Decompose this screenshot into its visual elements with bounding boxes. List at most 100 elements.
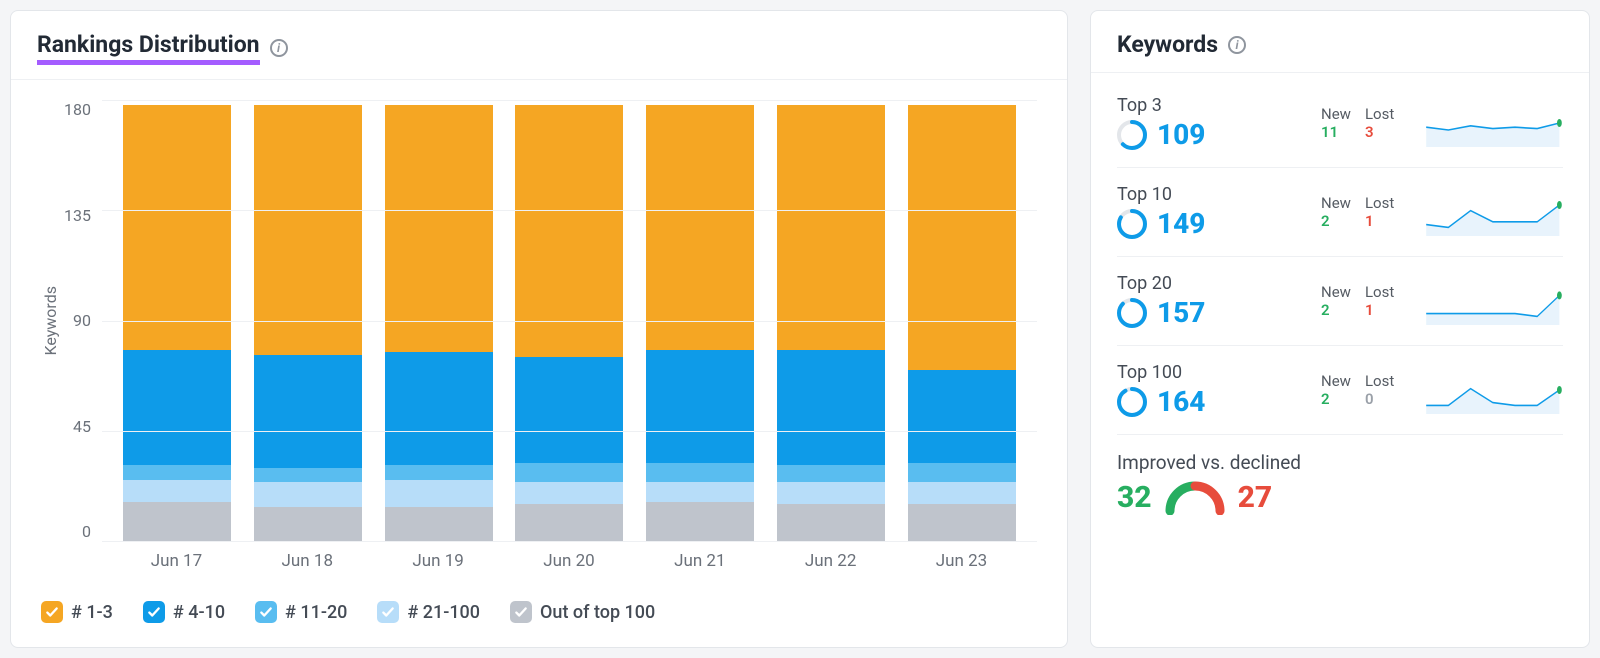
legend-label: # 21-100 (407, 602, 480, 623)
rankings-plot (101, 100, 1037, 541)
keywords-row[interactable]: Top 20 157 New2 Lost1 (1117, 257, 1563, 346)
legend-label: # 4-10 (173, 602, 225, 623)
lost-value: 0 (1365, 390, 1394, 408)
keywords-title: Keywords (1117, 31, 1218, 58)
legend-label: Out of top 100 (540, 602, 655, 623)
lost-label: Lost (1365, 372, 1394, 390)
keywords-list: Top 3 109 New11 Lost3 Top 10 149 (1091, 73, 1589, 647)
lost-value: 1 (1365, 212, 1394, 230)
new-label: New (1321, 372, 1351, 390)
gauge-icon (1164, 481, 1226, 515)
bar-segment (515, 482, 623, 504)
bar-segment (515, 504, 623, 541)
keywords-meta: New2 Lost1 (1321, 194, 1411, 230)
rankings-chart-body: Keywords 18013590450 (41, 100, 1037, 541)
y-axis-label: Keywords (41, 286, 60, 356)
new-value: 11 (1321, 123, 1351, 141)
keywords-row-label: Top 100 (1117, 362, 1307, 383)
improved-declined-label: Improved vs. declined (1117, 451, 1563, 474)
info-icon[interactable]: i (270, 39, 288, 57)
improved-declined: Improved vs. declined 32 27 (1117, 435, 1563, 515)
y-tick: 135 (64, 206, 91, 225)
bar-segment (123, 465, 231, 480)
keywords-row-label: Top 10 (1117, 184, 1307, 205)
bar-segment (646, 502, 754, 541)
legend-item[interactable]: # 1-3 (41, 601, 113, 623)
legend-item[interactable]: # 21-100 (377, 601, 480, 623)
progress-ring-icon (1117, 120, 1147, 150)
rankings-legend: # 1-3 # 4-10 # 11-20 # 21-100 Out of top 100 (11, 581, 1067, 647)
bar-segment (908, 463, 1016, 483)
keywords-meta: New2 Lost0 (1321, 372, 1411, 408)
bar-segment (515, 357, 623, 462)
bar-segment (254, 507, 362, 541)
keywords-row-value: 109 (1157, 118, 1205, 151)
new-label: New (1321, 194, 1351, 212)
bar-segment (646, 350, 754, 463)
new-value: 2 (1321, 390, 1351, 408)
bar-segment (646, 105, 754, 350)
bar-segment (777, 350, 885, 465)
legend-label: # 1-3 (71, 602, 113, 623)
x-axis: Jun 17Jun 18Jun 19Jun 20Jun 21Jun 22Jun … (41, 541, 1037, 571)
gridline (102, 100, 1037, 101)
legend-item[interactable]: Out of top 100 (510, 601, 655, 623)
y-tick: 90 (73, 311, 91, 330)
checkbox-icon (377, 601, 399, 623)
lost-label: Lost (1365, 194, 1394, 212)
bar-segment (777, 105, 885, 350)
keywords-main: Top 100 164 (1117, 362, 1307, 418)
legend-item[interactable]: # 4-10 (143, 601, 225, 623)
keywords-row-label: Top 3 (1117, 95, 1307, 116)
legend-item[interactable]: # 11-20 (255, 601, 347, 623)
lost-value: 1 (1365, 301, 1394, 319)
legend-label: # 11-20 (285, 602, 347, 623)
bar-segment (385, 507, 493, 541)
bar-segment (908, 105, 1016, 370)
gridline (102, 210, 1037, 211)
rankings-distribution-title: Rankings Distribution (37, 31, 260, 65)
new-label: New (1321, 105, 1351, 123)
sparkline (1425, 188, 1563, 236)
bar-segment (254, 468, 362, 483)
bar-segment (777, 482, 885, 504)
progress-ring-icon (1117, 298, 1147, 328)
bar-segment (908, 504, 1016, 541)
bar-segment (646, 482, 754, 502)
rankings-distribution-card: Rankings Distribution i Keywords 1801359… (10, 10, 1068, 648)
bar-segment (254, 482, 362, 507)
x-tick: Jun 21 (646, 551, 754, 571)
keywords-header: Keywords i (1091, 11, 1589, 73)
sparkline (1425, 366, 1563, 414)
keywords-row-label: Top 20 (1117, 273, 1307, 294)
gridline (102, 541, 1037, 542)
keywords-meta: New2 Lost1 (1321, 283, 1411, 319)
keywords-row[interactable]: Top 3 109 New11 Lost3 (1117, 79, 1563, 168)
declined-value: 27 (1238, 480, 1273, 515)
keywords-card: Keywords i Top 3 109 New11 Lost3 Top 10 (1090, 10, 1590, 648)
bar-segment (385, 352, 493, 465)
y-tick: 45 (73, 417, 91, 436)
rankings-distribution-header: Rankings Distribution i (11, 11, 1067, 80)
checkbox-icon (510, 601, 532, 623)
checkbox-icon (143, 601, 165, 623)
bar-segment (515, 463, 623, 483)
bar-segment (646, 463, 754, 483)
info-icon[interactable]: i (1228, 36, 1246, 54)
dashboard: Rankings Distribution i Keywords 1801359… (0, 0, 1600, 658)
gridline (102, 321, 1037, 322)
keywords-meta: New11 Lost3 (1321, 105, 1411, 141)
new-label: New (1321, 283, 1351, 301)
bar-segment (123, 350, 231, 465)
bar-segment (123, 502, 231, 541)
bar-segment (123, 480, 231, 502)
progress-ring-icon (1117, 387, 1147, 417)
bar-segment (123, 105, 231, 350)
lost-label: Lost (1365, 105, 1394, 123)
keywords-row[interactable]: Top 10 149 New2 Lost1 (1117, 168, 1563, 257)
keywords-row[interactable]: Top 100 164 New2 Lost0 (1117, 346, 1563, 435)
bar-segment (385, 465, 493, 480)
x-tick: Jun 19 (384, 551, 492, 571)
lost-label: Lost (1365, 283, 1394, 301)
sparkline (1425, 277, 1563, 325)
